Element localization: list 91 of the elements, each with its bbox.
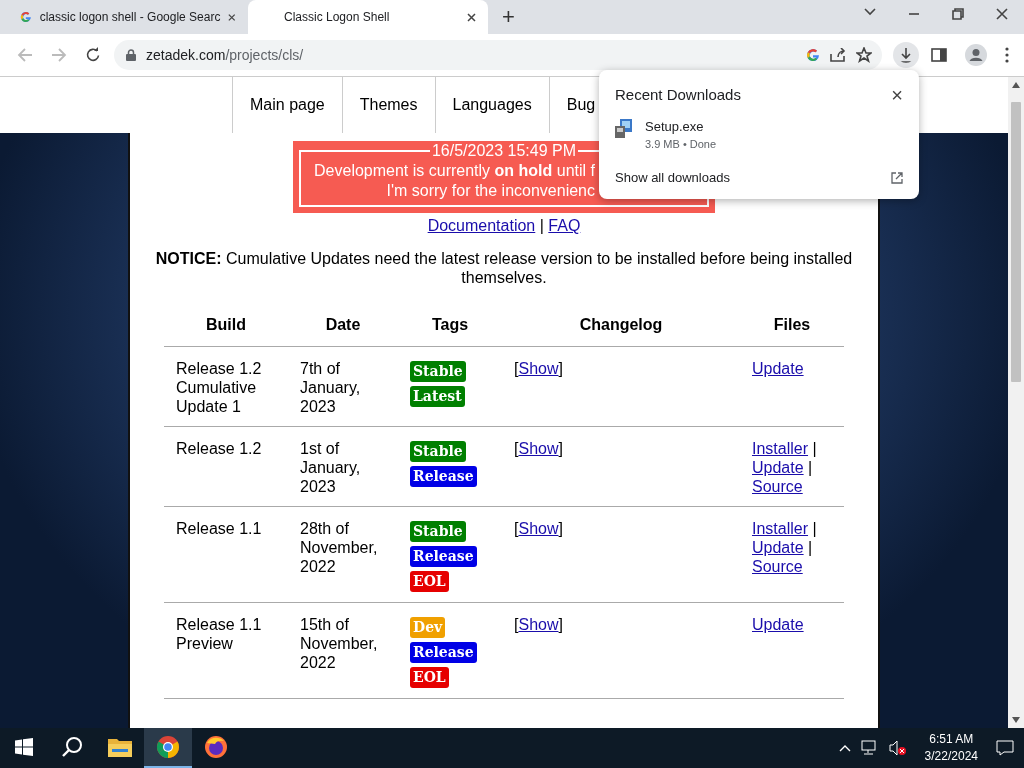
banner-text: Development is currently on hold until f	[314, 161, 595, 181]
google-icon	[806, 48, 820, 62]
speaker-muted-icon[interactable]	[888, 740, 907, 757]
tag-badge: Latest	[410, 386, 465, 407]
close-icon[interactable]	[228, 12, 236, 22]
file-link[interactable]: Source	[752, 478, 803, 495]
bracket: ]	[558, 616, 563, 633]
column-header: Date	[288, 303, 398, 347]
file-link[interactable]: Update	[752, 539, 804, 556]
popup-title: Recent Downloads	[615, 86, 741, 103]
table-cell: 15th of November, 2022	[300, 616, 378, 671]
bracket: [	[514, 360, 519, 377]
tag-badge: Stable	[410, 361, 466, 382]
search-icon[interactable]	[61, 736, 83, 759]
table-cell: 7th of January, 2023	[300, 360, 361, 415]
tag-badge: Release	[410, 546, 477, 567]
notice-text: NOTICE: Cumulative Updates need the latest release version to be installed before being installed themselves.	[154, 249, 854, 287]
table-cell: Release 1.2 Cumulative Update 1	[176, 360, 262, 415]
table-cell: 28th of November, 2022	[300, 520, 378, 575]
file-link[interactable]: Installer	[752, 520, 809, 537]
profile-icon[interactable]	[965, 44, 987, 66]
restore-icon[interactable]	[952, 8, 964, 20]
tag-badge: Release	[410, 466, 477, 487]
show-all-link[interactable]: Show all downloads	[615, 170, 730, 185]
lock-icon	[126, 49, 136, 61]
windows-start-icon[interactable]	[15, 738, 33, 757]
bracket: ]	[558, 440, 563, 457]
doc-link[interactable]: Documentation	[427, 217, 536, 234]
firefox-icon[interactable]	[204, 735, 228, 760]
scroll-up-icon[interactable]	[1012, 82, 1020, 88]
file-link[interactable]: Update	[752, 360, 804, 377]
new-tab-button[interactable]: +	[498, 4, 519, 30]
external-link-icon[interactable]	[891, 171, 903, 184]
download-icon[interactable]	[893, 42, 919, 68]
tag-badge: EOL	[410, 571, 449, 592]
file-name: Setup.exe	[645, 119, 705, 134]
chevron-down-icon[interactable]	[864, 8, 876, 16]
tag-badge: Dev	[410, 617, 446, 638]
tag-badge: Release	[410, 642, 477, 663]
taskbar-button[interactable]	[144, 728, 192, 768]
bracket: [	[514, 520, 519, 537]
installer-icon	[615, 119, 633, 139]
separator: |	[539, 217, 544, 234]
close-button[interactable]: ×	[891, 86, 903, 103]
notification-icon[interactable]	[996, 740, 1014, 757]
share-icon[interactable]	[830, 48, 846, 62]
separator: |	[808, 459, 813, 476]
separator: |	[808, 539, 813, 556]
table-cell: Release 1.1	[176, 520, 262, 537]
bracket: [	[514, 616, 519, 633]
separator: |	[812, 520, 817, 537]
tag-badge: Stable	[410, 521, 466, 542]
table-cell: Release 1.1 Preview	[176, 616, 262, 652]
banner-text: I'm sorry for the inconvenienc	[386, 181, 595, 201]
close-icon[interactable]	[996, 8, 1008, 20]
table-cell: 1st of January, 2023	[300, 440, 361, 495]
column-header: Files	[740, 303, 844, 347]
favicon-icon	[20, 10, 32, 24]
scroll-down-icon[interactable]	[1012, 717, 1020, 724]
download-item[interactable]: Setup.exe 3.9 MB • Done	[615, 119, 903, 150]
file-link[interactable]: Update	[752, 616, 804, 633]
doc-link[interactable]: FAQ	[548, 217, 581, 234]
chrome-icon[interactable]	[156, 735, 180, 760]
bracket: ]	[558, 520, 563, 537]
download-status: 3.9 MB • Done	[645, 138, 717, 150]
column-header: Build	[164, 303, 288, 347]
side-panel-icon[interactable]	[931, 47, 947, 63]
tag-badge: EOL	[410, 667, 449, 688]
browser-tab[interactable]: Classic Logon Shell	[248, 0, 488, 34]
table-cell: Release 1.2	[176, 440, 262, 457]
address-bar[interactable]: zetadek.com/projects/cls/	[114, 40, 882, 70]
reload-icon[interactable]	[85, 47, 101, 63]
star-icon[interactable]	[856, 47, 872, 63]
clock[interactable]: 6:51 AM 3/22/2024	[924, 731, 978, 766]
separator: |	[812, 440, 817, 457]
scrollbar[interactable]	[1008, 77, 1024, 729]
close-icon[interactable]	[467, 12, 476, 22]
network-icon[interactable]	[860, 740, 879, 757]
menu-icon[interactable]	[1005, 47, 1009, 63]
bracket: ]	[558, 360, 563, 377]
file-link[interactable]: Update	[752, 459, 804, 476]
browser-tab[interactable]: classic logon shell - Google Searc	[8, 0, 248, 34]
bracket: [	[514, 440, 519, 457]
column-header: Tags	[398, 303, 502, 347]
chevron-up-icon[interactable]	[838, 744, 851, 753]
banner-date: 16/5/2023 15:49 PM	[430, 141, 578, 161]
column-header: Changelog	[502, 303, 740, 347]
file-link[interactable]: Installer	[752, 440, 809, 457]
file-link[interactable]: Source	[752, 558, 803, 575]
folder-icon[interactable]	[108, 737, 132, 758]
tag-badge: Stable	[410, 441, 466, 462]
